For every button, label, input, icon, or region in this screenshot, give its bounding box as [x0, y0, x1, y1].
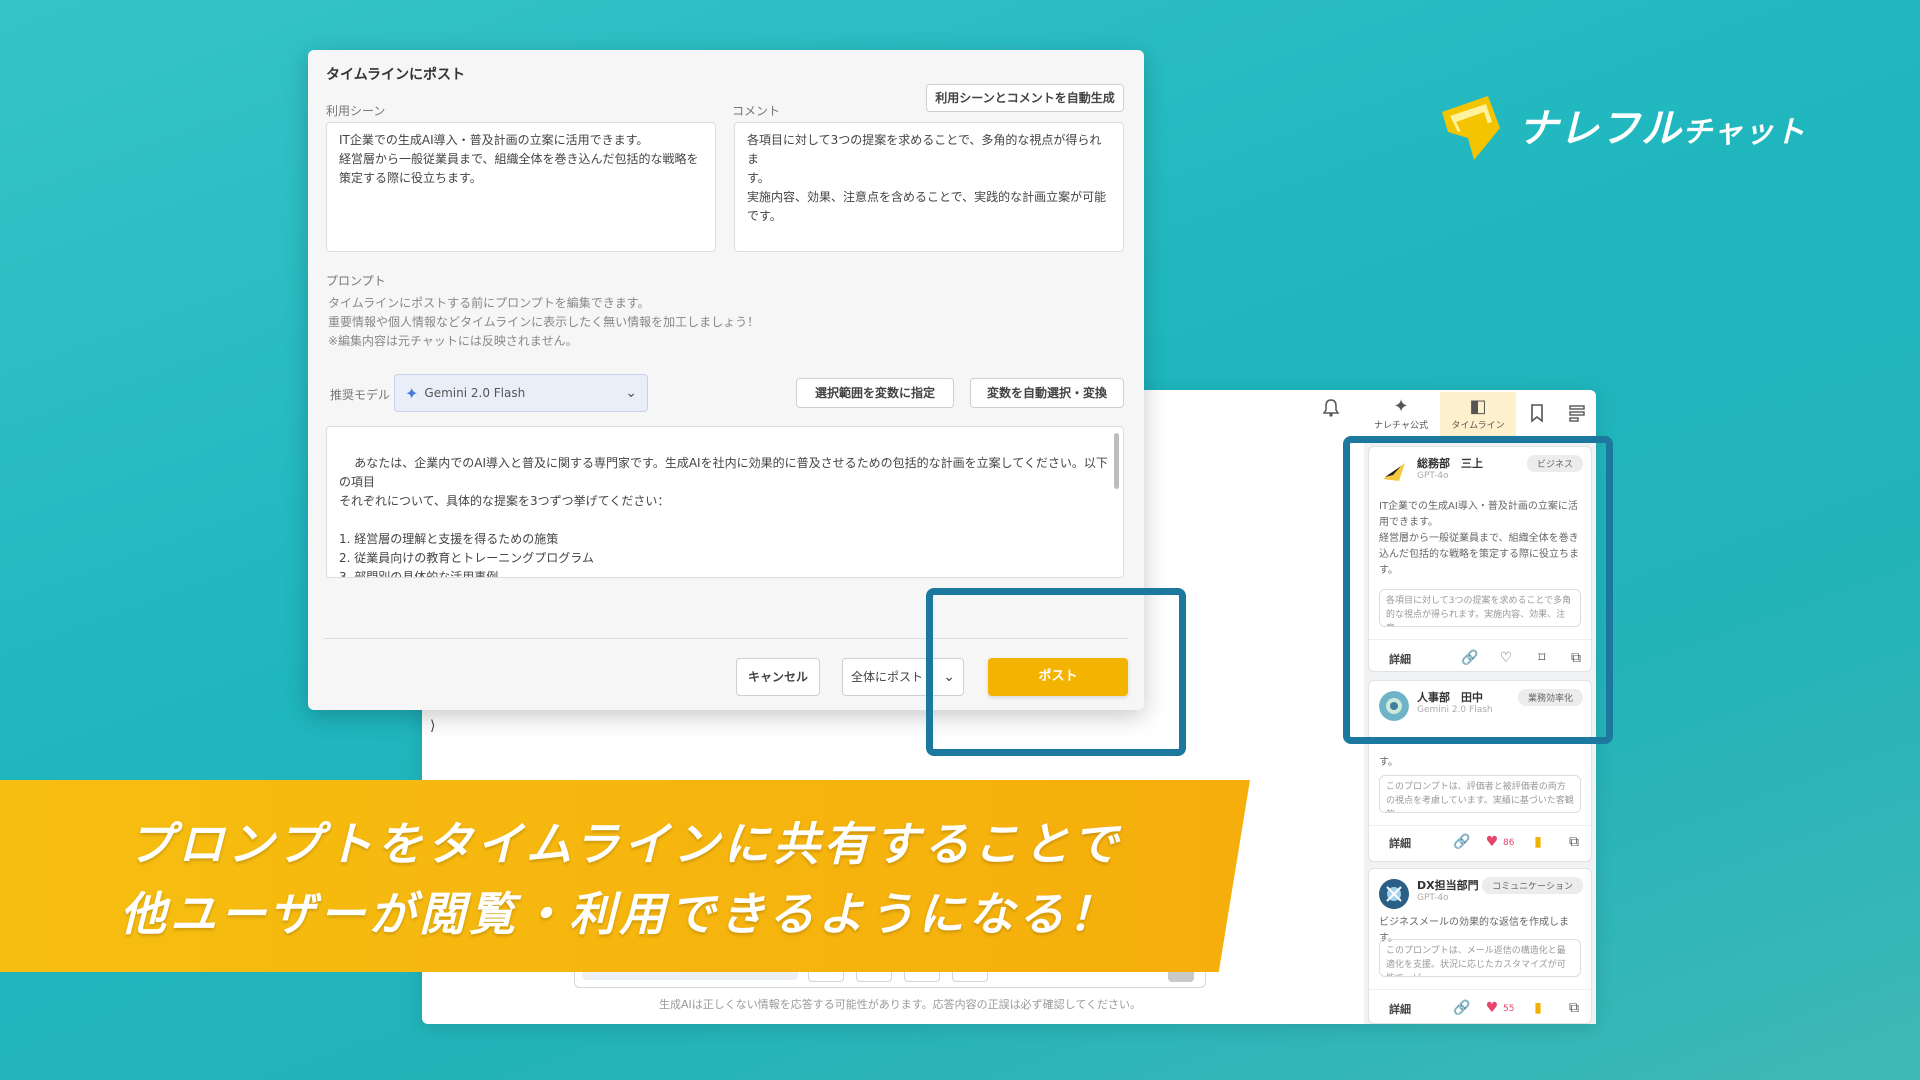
settings-list-icon[interactable] — [1566, 402, 1588, 424]
tab-official[interactable]: ✦ ナレチャ公式 — [1364, 392, 1438, 436]
prompt-text: あなたは、企業内でのAI導入と普及に関する専門家です。生成AIを社内に効果的に普… — [339, 456, 1108, 578]
link-icon[interactable]: 🔗 — [1453, 833, 1471, 851]
comment-label: コメント — [732, 104, 781, 118]
detail-button[interactable]: 詳細 — [1389, 1001, 1411, 1017]
cancel-button[interactable]: キャンセル — [736, 658, 820, 696]
card-author: DX担当部門 — [1417, 879, 1479, 892]
card-divider — [1369, 989, 1591, 990]
tab-official-label: ナレチャ公式 — [1374, 420, 1428, 431]
category-tag[interactable]: コミュニケーション — [1482, 877, 1583, 894]
logo-sub-text: チャット — [1682, 115, 1806, 150]
share-icon[interactable]: ⧉ — [1565, 833, 1583, 851]
prompt-hint: ※編集内容は元チャットには反映されません。 — [328, 334, 578, 348]
model-select[interactable]: ✦ Gemini 2.0 Flash ⌄ — [394, 374, 648, 412]
headline-line-2: 他ユーザーが閲覧・利用できるようになる！ — [120, 887, 1119, 941]
avatar — [1379, 879, 1409, 909]
headline-line-1: プロンプトをタイムラインに共有することで — [128, 817, 1123, 871]
auto-variable-button[interactable]: 変数を自動選択・変換 — [970, 378, 1124, 408]
card-divider — [1369, 825, 1591, 826]
sparkle-icon: ✦ — [1393, 395, 1409, 417]
prompt-hint: タイムラインにポストする前にプロンプトを編集できます。 — [328, 296, 650, 310]
detail-button[interactable]: 詳細 — [1389, 835, 1411, 851]
heart-filled-icon[interactable]: ♥ — [1483, 833, 1501, 851]
card-model: GPT-4o — [1417, 893, 1449, 903]
card-description: す。 — [1379, 757, 1398, 768]
bookmark-icon[interactable] — [1526, 402, 1548, 424]
prompt-label: プロンプト — [326, 274, 386, 288]
autogenerate-button[interactable]: 利用シーンとコメントを自動生成 — [926, 84, 1124, 112]
heart-filled-icon[interactable]: ♥ — [1483, 999, 1501, 1017]
link-icon[interactable]: 🔗 — [1453, 999, 1471, 1017]
disclaimer-text: 生成AIは正しくない情報を応答する可能性があります。応答内容の正誤は必ず確認して… — [658, 998, 1141, 1011]
scope-select-value: 全体にポスト — [851, 670, 924, 684]
timeline-icon: ◧ — [1469, 395, 1487, 417]
post-button-highlight — [926, 588, 1186, 756]
sparkle-icon: ✦ — [405, 383, 419, 403]
timeline-card-highlight — [1343, 436, 1613, 744]
chevron-down-icon: ⌄ — [625, 385, 637, 401]
usage-label: 利用シーン — [326, 104, 386, 118]
prompt-hint: 重要情報や個人情報などタイムラインに表示したく無い情報を加工しましょう！ — [328, 315, 760, 329]
bell-icon[interactable] — [1320, 397, 1342, 419]
bookmark-filled-icon[interactable]: ▮ — [1529, 833, 1547, 851]
brand-logo: ナレフルチャット — [1438, 90, 1838, 170]
share-icon[interactable]: ⧉ — [1565, 999, 1583, 1017]
card-comment-quote: このプロンプトは、メール返信の構造化と最適化を支援。状況に応じたカスタマイズが可… — [1379, 939, 1581, 977]
model-label: 推奨モデル — [330, 388, 391, 402]
like-count: 55 — [1503, 1004, 1515, 1014]
timeline-card[interactable]: DX担当部門 GPT-4o コミュニケーション ビジネスメールの効果的な返信を作… — [1368, 868, 1592, 1024]
logo-main-text: ナレフル — [1518, 106, 1682, 152]
tab-timeline[interactable]: ◧ タイムライン — [1440, 392, 1516, 436]
card-comment-quote: このプロンプトは、評価者と被評価者の両方の視点を考慮しています。実績に基づいた客… — [1379, 775, 1581, 813]
model-select-value: Gemini 2.0 Flash — [424, 386, 526, 400]
bookmark-filled-icon[interactable]: ▮ — [1529, 999, 1547, 1017]
comment-textarea[interactable]: 各項目に対して3つの提案を求めることで、多角的な視点が得られま す。 実施内容、… — [734, 122, 1124, 252]
tab-timeline-label: タイムライン — [1451, 420, 1505, 431]
expand-chevron[interactable]: ⟩ — [430, 718, 435, 734]
like-count: 86 — [1503, 838, 1515, 848]
prompt-editor[interactable]: あなたは、企業内でのAI導入と普及に関する専門家です。生成AIを社内に効果的に普… — [326, 426, 1124, 578]
set-variable-button[interactable]: 選択範囲を変数に指定 — [796, 378, 954, 408]
dialog-title: タイムラインにポスト — [326, 67, 466, 83]
logo-mark-icon — [1442, 96, 1500, 160]
scrollbar[interactable] — [1114, 433, 1119, 489]
usage-textarea[interactable]: IT企業での生成AI導入・普及計画の立案に活用できます。 経営層から一般従業員ま… — [326, 122, 716, 252]
